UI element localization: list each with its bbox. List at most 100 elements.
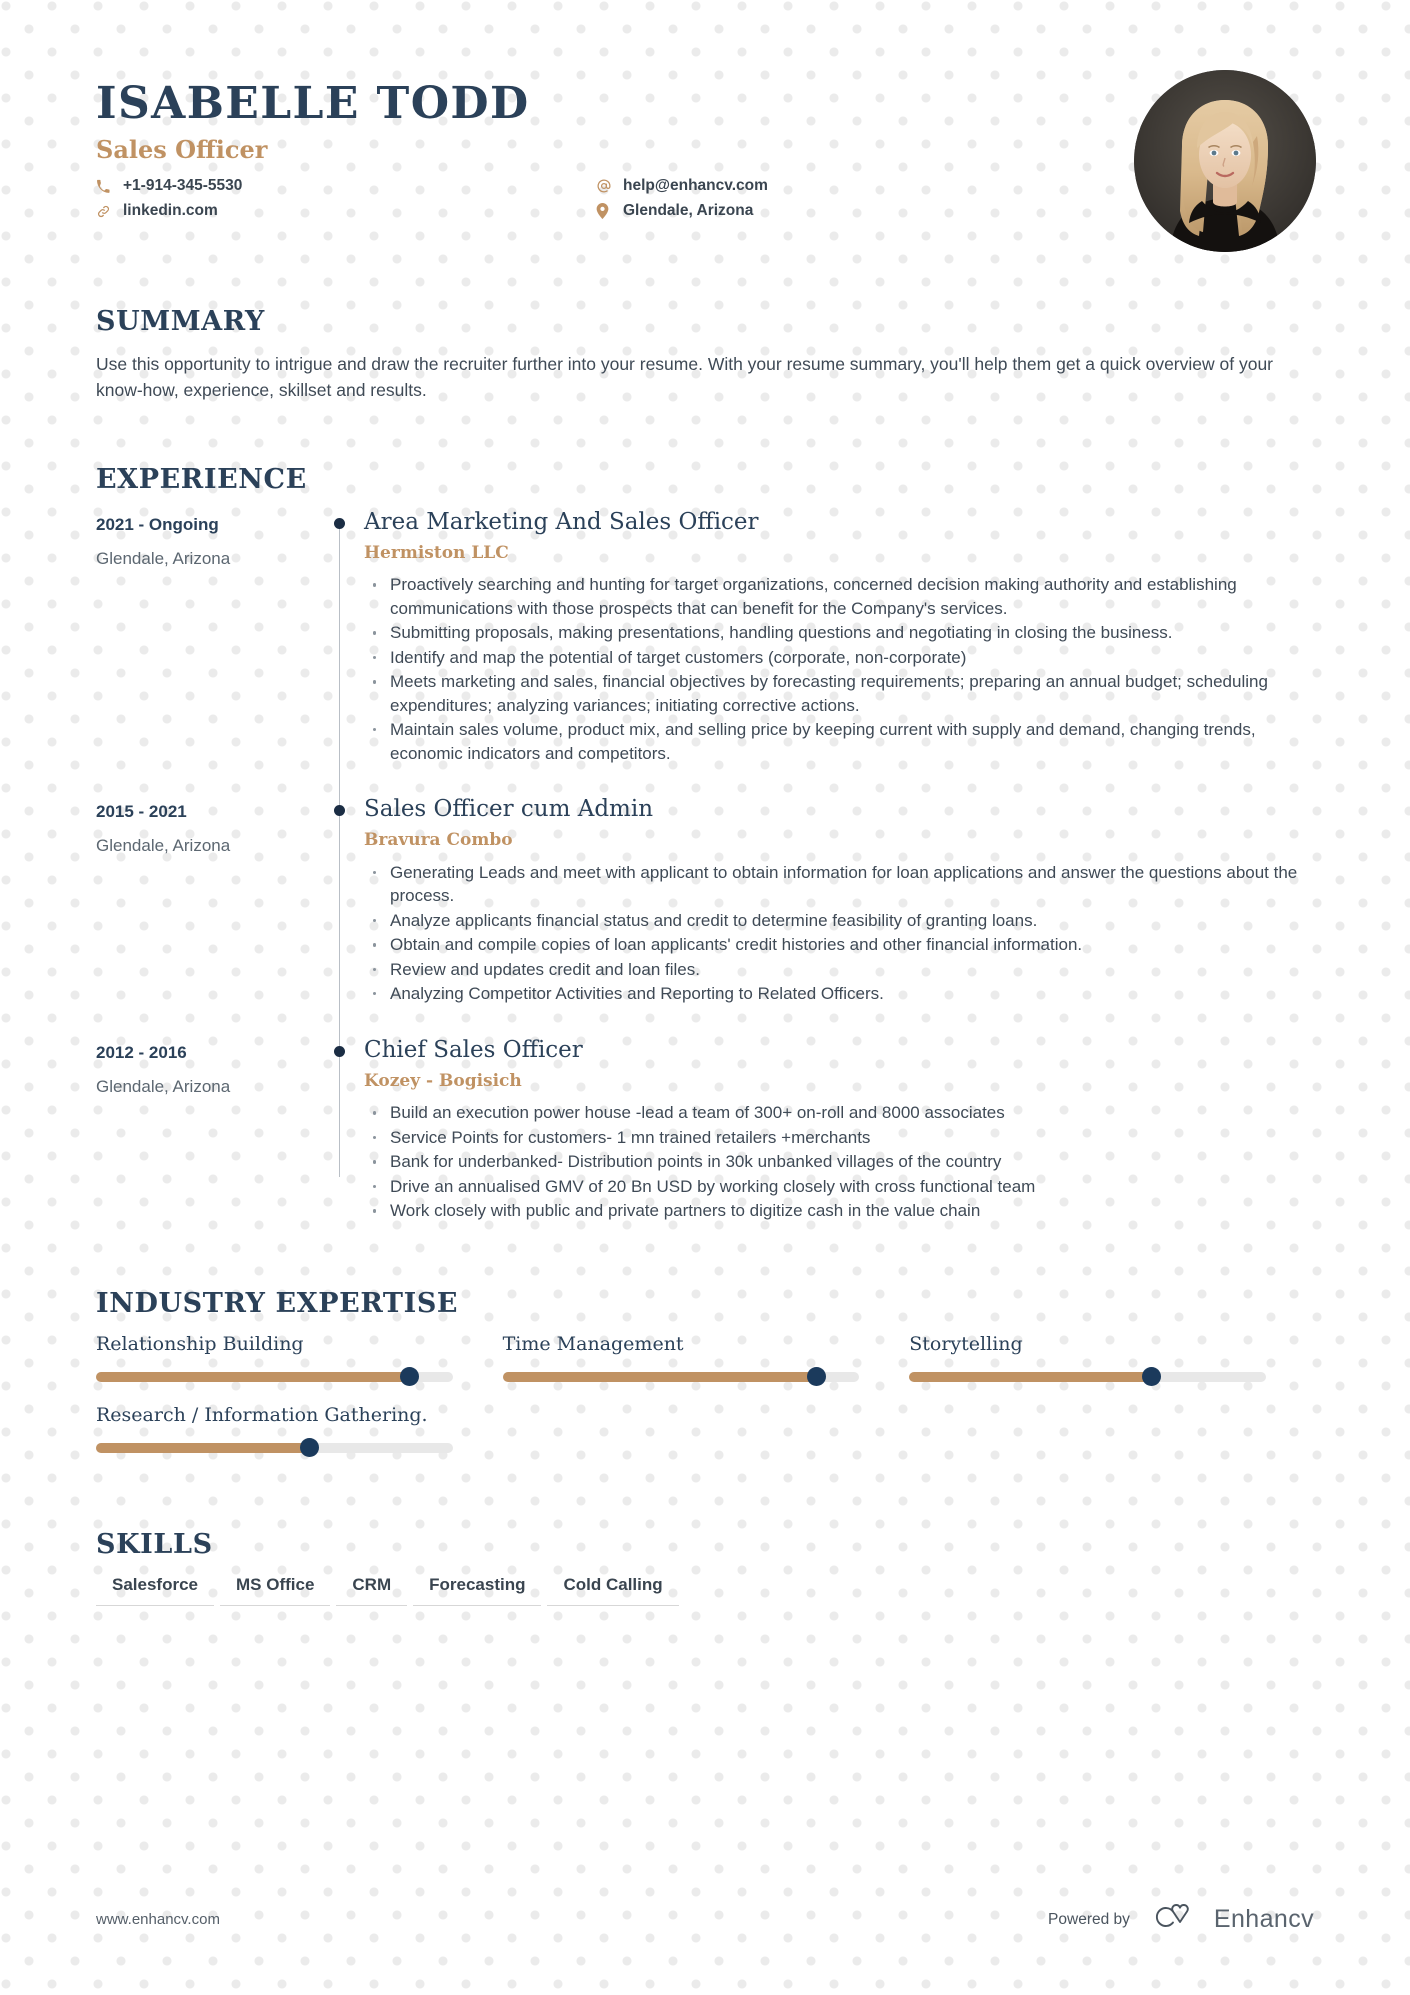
expertise-slider[interactable] [502, 1367, 860, 1387]
contact-details: +1-914-345-5530 help@enhancv.com linkedi… [96, 176, 876, 221]
timeline-line [339, 1036, 341, 1177]
expertise-label: Relationship Building [96, 1332, 304, 1355]
timeline-dot-icon [334, 1045, 345, 1057]
experience-meta: 2015 - 2021 Glendale, Arizona [96, 796, 318, 1037]
summary-text: Use this opportunity to intrigue and dra… [96, 354, 1274, 401]
resume-content: ISABELLE TODD Sales Officer +1-914-345-5… [96, 0, 1316, 1995]
slider-knob[interactable] [1142, 1367, 1162, 1387]
footer-branding: Powered by Enhancv [1048, 1902, 1314, 1937]
experience-job-title: Chief Sales Officer [364, 1036, 583, 1063]
expertise-label: Storytelling [909, 1332, 1023, 1355]
experience-company: Hermiston LLC [364, 542, 509, 563]
skill-chip: Forecasting [413, 1574, 542, 1606]
list-item: Submitting proposals, making presentatio… [364, 621, 1316, 644]
slider-knob[interactable] [300, 1438, 320, 1458]
list-item: Work closely with public and private par… [364, 1199, 1316, 1222]
experience-body: Chief Sales Officer Kozey - Bogisich Build… [364, 1037, 1316, 1254]
experience-job-title: Area Marketing And Sales Officer [364, 508, 759, 535]
experience-bullets: Generating Leads and meet with applicant… [364, 861, 1316, 1006]
contact-email[interactable]: help@enhancv.com [596, 176, 768, 195]
contact-linkedin[interactable]: linkedin.com [96, 201, 596, 220]
list-item: Drive an annualised GMV of 20 Bn USD by … [364, 1175, 1316, 1198]
experience-meta: 2021 - Ongoing Glendale, Arizona [96, 509, 318, 796]
expertise-grid: Relationship Building Time Management Stor… [96, 1333, 1316, 1475]
list-item: Build an execution power house -lead a t… [364, 1101, 1316, 1124]
experience-company: Kozey - Bogisich [364, 1070, 522, 1091]
list-item: Analyze applicants financial status and … [364, 909, 1316, 932]
footer: www.enhancv.com Powered by Enhancv [96, 1902, 1314, 1937]
contact-location-value: Glendale, Arizona [623, 202, 754, 220]
experience-location: Glendale, Arizona [96, 548, 231, 568]
expertise-slider[interactable] [96, 1438, 453, 1458]
contact-row-2: linkedin.com Glendale, Arizona [96, 201, 876, 220]
list-item: Analyzing Competitor Activities and Repo… [364, 982, 1316, 1005]
list-item: Service Points for customers- 1 mn train… [364, 1126, 1316, 1149]
skills-list: Salesforce MS Office CRM Forecasting Cold Ca… [96, 1574, 1316, 1606]
list-item: Identify and map the potential of target… [364, 646, 1316, 669]
slider-fill [96, 1442, 310, 1453]
experience-bullets: Proactively searching and hunting for ta… [364, 573, 1316, 765]
experience-job-title: Sales Officer cum Admin [364, 795, 654, 822]
list-item: Obtain and compile copies of loan applic… [364, 933, 1316, 956]
slider-knob[interactable] [806, 1367, 826, 1387]
contact-location: Glendale, Arizona [596, 201, 753, 220]
expertise-label: Research / Information Gathering. [96, 1403, 428, 1426]
avatar [1134, 70, 1316, 252]
enhancv-brand-name: Enhancv [1213, 1905, 1314, 1933]
skill-chip: Salesforce [96, 1574, 214, 1606]
industry-expertise-heading: INDUSTRY EXPERTISE [96, 1287, 459, 1319]
powered-by-label: Powered by [1048, 1910, 1130, 1928]
timeline-rail [318, 795, 364, 1037]
list-item: Proactively searching and hunting for ta… [364, 573, 1316, 620]
resume-header: ISABELLE TODD Sales Officer +1-914-345-5… [96, 0, 1316, 262]
expertise-item: Relationship Building [96, 1332, 503, 1387]
contact-row-1: +1-914-345-5530 help@enhancv.com [96, 176, 876, 195]
contact-phone[interactable]: +1-914-345-5530 [96, 176, 596, 195]
timeline-dot-icon [334, 804, 345, 816]
timeline-line [339, 522, 341, 796]
industry-expertise-section: INDUSTRY EXPERTISE Relationship Building… [96, 1290, 1316, 1475]
skill-chip: MS Office [220, 1574, 331, 1606]
experience-body: Area Marketing And Sales Officer Hermisto… [364, 509, 1316, 796]
job-role-subtitle: Sales Officer [96, 135, 268, 164]
list-item: Generating Leads and meet with applicant… [364, 861, 1316, 908]
list-item: Review and updates credit and loan files… [364, 958, 1316, 981]
expertise-item: Storytelling [909, 1332, 1316, 1387]
link-icon [96, 204, 116, 219]
summary-heading: SUMMARY [96, 306, 265, 337]
at-sign-icon [596, 178, 616, 194]
experience-company: Bravura Combo [364, 830, 513, 851]
experience-bullets: Build an execution power house -lead a t… [364, 1101, 1316, 1222]
experience-dates: 2021 - Ongoing [96, 514, 219, 534]
phone-icon [96, 179, 116, 193]
experience-section: EXPERIENCE 2021 - Ongoing Glendale, Arizo… [96, 466, 1316, 1254]
experience-meta: 2012 - 2016 Glendale, Arizona [96, 1037, 318, 1254]
page-title: ISABELLE TODD [96, 78, 530, 129]
contact-linkedin-value: linkedin.com [123, 202, 218, 220]
experience-item: 2012 - 2016 Glendale, Arizona Chief Sales … [96, 1036, 1316, 1254]
contact-phone-value: +1-914-345-5530 [123, 177, 243, 194]
list-item: Maintain sales volume, product mix, and … [364, 718, 1316, 765]
expertise-item: Time Management [502, 1332, 910, 1387]
skills-heading: SKILLS [96, 1528, 213, 1560]
list-item: Bank for underbanked- Distribution point… [364, 1150, 1316, 1173]
experience-dates: 2012 - 2016 [96, 1042, 187, 1062]
experience-location: Glendale, Arizona [96, 836, 231, 856]
footer-website-url[interactable]: www.enhancv.com [96, 1911, 220, 1928]
slider-knob[interactable] [400, 1367, 420, 1387]
slider-fill [96, 1371, 410, 1382]
enhancv-mark-icon [1148, 1902, 1202, 1937]
timeline-rail [318, 1036, 364, 1254]
timeline-rail [318, 509, 364, 796]
expertise-item: Research / Information Gathering. [96, 1403, 503, 1458]
contact-email-value: help@enhancv.com [623, 177, 768, 194]
enhancv-logo: Enhancv [1148, 1902, 1314, 1937]
slider-fill [502, 1371, 817, 1382]
experience-body: Sales Officer cum Admin Bravura Combo Gene… [364, 796, 1316, 1037]
experience-heading: EXPERIENCE [96, 463, 307, 495]
expertise-slider[interactable] [96, 1367, 453, 1387]
expertise-slider[interactable] [909, 1367, 1266, 1387]
slider-fill [909, 1371, 1152, 1382]
expertise-label: Time Management [502, 1332, 684, 1355]
location-pin-icon [596, 203, 616, 220]
